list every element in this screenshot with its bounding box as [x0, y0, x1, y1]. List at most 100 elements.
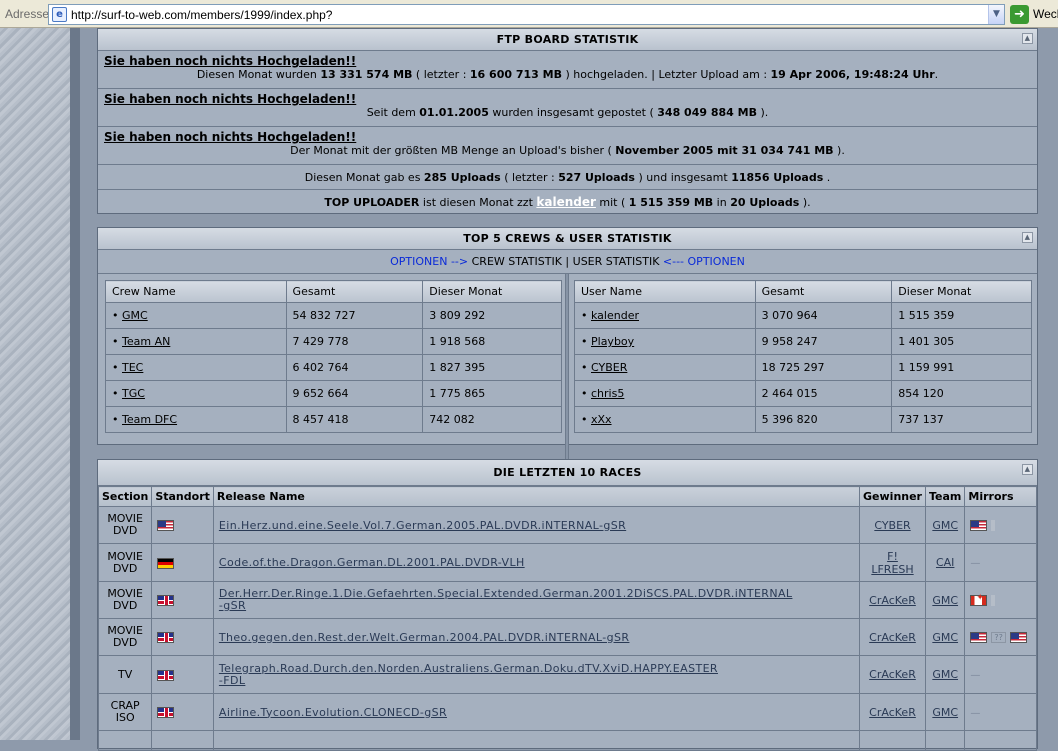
us-flag-icon[interactable] [1009, 632, 1027, 643]
team-link[interactable]: GMC [932, 631, 958, 644]
address-input[interactable]: e http://surf-to-web.com/members/1999/in… [48, 4, 1005, 25]
crew-month: 1 775 865 [422, 380, 562, 407]
address-bar: Adresse e http://surf-to-web.com/members… [0, 0, 1058, 28]
us-flag-icon[interactable] [970, 632, 988, 643]
winner-cell: CrAcKeR [859, 581, 926, 619]
chevron-down-icon[interactable]: ▼ [988, 5, 1004, 24]
top5-title: TOP 5 CREWS & USER STATISTIK [463, 232, 672, 245]
user-month: 1 515 359 [891, 302, 1032, 329]
standort-cell [151, 693, 214, 731]
standort-cell [151, 618, 214, 656]
unknown-flag-icon[interactable]: ?? [991, 632, 1006, 643]
ftp-row-total: Sie haben noch nichts Hochgeladen!! Seit… [98, 89, 1037, 127]
user-table: User Name Gesamt Dieser Monat • kalender… [574, 280, 1032, 433]
winner-link[interactable]: CrAcKeR [869, 668, 916, 681]
table-row: • GMC 54 832 727 3 809 292 [105, 302, 562, 329]
top5-tables: Crew Name Gesamt Dieser Monat • GMC 54 8… [98, 274, 1037, 459]
options-left-link[interactable]: OPTIONEN --> [390, 255, 468, 268]
team-link[interactable]: GMC [932, 668, 958, 681]
left-border [70, 28, 80, 740]
section-cell: MOVIE DVD [97, 618, 153, 656]
upload-status-link[interactable]: Sie haben noch nichts Hochgeladen!! [104, 130, 1031, 144]
team-cell: GMC [924, 655, 966, 694]
table-row: • CYBER 18 725 297 1 159 991 [574, 354, 1032, 381]
go-button[interactable]: Wech [1033, 7, 1058, 21]
winner-link[interactable]: CrAcKeR [869, 631, 916, 644]
user-statistik-tab[interactable]: USER STATISTIK [573, 255, 660, 268]
user-col-name: User Name [574, 280, 756, 303]
team-cell: GMC [924, 506, 966, 544]
mirrors-cell [964, 506, 1037, 544]
collapse-icon[interactable]: ▲ [1022, 33, 1033, 44]
standort-cell [151, 506, 214, 544]
team-cell: GMC [924, 693, 966, 731]
col-winner: Gewinner [859, 486, 926, 507]
release-link[interactable]: Der.Herr.Der.Ringe.1.Die.Gefaehrten.Spec… [219, 587, 793, 612]
top-uploader-link[interactable]: kalender [536, 195, 596, 209]
release-link[interactable]: Code.of.the.Dragon.German.DL.2001.PAL.DV… [219, 556, 525, 569]
winner-cell: F! LFRESH [859, 543, 926, 582]
team-link[interactable]: CAI [936, 556, 954, 569]
crew-statistik-tab[interactable]: CREW STATISTIK [472, 255, 562, 268]
user-month: 737 137 [891, 406, 1032, 433]
ftp-stats-title: FTP BOARD STATISTIK [496, 33, 639, 46]
release-cell: Airline.Tycoon.Evolution.CLONECD-gSR [212, 693, 861, 731]
address-url[interactable]: http://surf-to-web.com/members/1999/inde… [71, 8, 332, 22]
mirrors-cell: ?? [964, 618, 1037, 656]
uk-flag-icon [157, 632, 175, 643]
crew-col-total: Gesamt [285, 280, 424, 303]
user-link[interactable]: CYBER [591, 361, 627, 374]
table-row: CRAP ISO Airline.Tycoon.Evolution.CLONECD… [97, 693, 1037, 731]
crew-link[interactable]: Team DFC [122, 413, 177, 426]
winner-link[interactable]: F! LFRESH [871, 550, 913, 576]
collapse-icon[interactable]: ▲ [1022, 232, 1033, 243]
winner-link[interactable]: CYBER [874, 519, 910, 532]
crew-link[interactable]: TEC [122, 361, 143, 374]
options-right-link[interactable]: <--- OPTIONEN [663, 255, 745, 268]
release-link[interactable]: Ein.Herz.und.eine.Seele.Vol.7.German.200… [219, 519, 626, 532]
upload-status-link[interactable]: Sie haben noch nichts Hochgeladen!! [104, 54, 1031, 68]
ca-flag-icon[interactable] [970, 593, 988, 606]
table-row: MOVIE DVD Ein.Herz.und.eine.Seele.Vol.7.G… [97, 506, 1037, 544]
us-flag-icon [157, 520, 175, 531]
user-link[interactable]: kalender [591, 309, 639, 322]
release-link[interactable]: Theo.gegen.den.Rest.der.Welt.German.2004… [219, 631, 630, 644]
races-title: DIE LETZTEN 10 RACES [493, 466, 642, 479]
winner-link[interactable]: CrAcKeR [869, 594, 916, 607]
top5-header: TOP 5 CREWS & USER STATISTIK ▲ [98, 228, 1037, 250]
user-link[interactable]: chris5 [591, 387, 624, 400]
release-link[interactable]: Airline.Tycoon.Evolution.CLONECD-gSR [219, 706, 447, 719]
section-cell: TV [97, 655, 153, 694]
user-total: 3 070 964 [754, 302, 893, 329]
crew-link[interactable]: GMC [122, 309, 148, 322]
table-row: • TGC 9 652 664 1 775 865 [105, 380, 562, 407]
user-link[interactable]: xXx [591, 413, 612, 426]
user-month: 854 120 [891, 380, 1032, 407]
team-link[interactable]: GMC [932, 706, 958, 719]
de-flag-icon [157, 557, 175, 569]
table-row: • chris5 2 464 015 854 120 [574, 380, 1032, 407]
table-row: • xXx 5 396 820 737 137 [574, 406, 1032, 433]
crew-col-month: Dieser Monat [422, 280, 562, 303]
release-link[interactable]: Telegraph.Road.Durch.den.Norden.Australi… [219, 662, 718, 687]
ftp-row-top-uploader: TOP UPLOADER ist diesen Monat zzt kalend… [324, 195, 811, 209]
user-link[interactable]: Playboy [591, 335, 634, 348]
team-cell: CAI [924, 543, 966, 582]
collapse-icon[interactable]: ▲ [1022, 464, 1033, 475]
go-arrow-icon[interactable]: ➜ [1010, 5, 1029, 24]
crew-link[interactable]: Team AN [122, 335, 170, 348]
release-cell: Der.Herr.Der.Ringe.1.Die.Gefaehrten.Spec… [212, 581, 861, 619]
team-cell: GMC [924, 618, 966, 656]
table-row: MOVIE DVD Der.Herr.Der.Ringe.1.Die.Gefaeh… [97, 581, 1037, 619]
team-link[interactable]: GMC [932, 519, 958, 532]
col-mirrors: Mirrors [964, 486, 1037, 507]
us-flag-icon[interactable] [970, 520, 988, 531]
team-link[interactable]: GMC [932, 594, 958, 607]
upload-status-link[interactable]: Sie haben noch nichts Hochgeladen!! [104, 92, 1031, 106]
no-mirror-icon: — [970, 558, 981, 569]
crew-total: 6 402 764 [285, 354, 424, 381]
user-total: 2 464 015 [754, 380, 893, 407]
uk-flag-icon [157, 595, 175, 606]
crew-link[interactable]: TGC [122, 387, 145, 400]
winner-link[interactable]: CrAcKeR [869, 706, 916, 719]
